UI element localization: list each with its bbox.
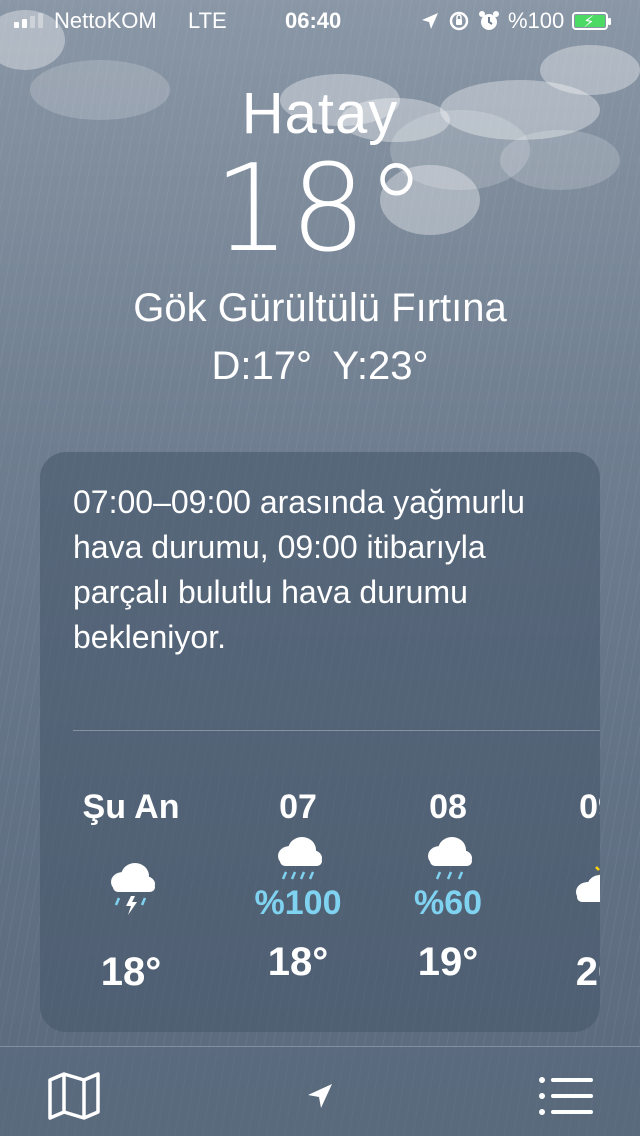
current-temperature: 18° [213, 140, 427, 279]
hour-item-09: 09 20 [523, 732, 600, 1032]
bottom-toolbar [0, 1046, 640, 1136]
hour-item-now: Şu An 18° [56, 732, 206, 1032]
precipitation-chance: %100 [254, 884, 342, 922]
location-arrow-icon [308, 1084, 332, 1108]
cellular-signal-icon [14, 12, 43, 28]
orientation-lock-icon [449, 11, 469, 31]
partly-cloudy-icon [576, 866, 600, 902]
thunderstorm-icon [111, 863, 155, 915]
city-name: Hatay [241, 81, 399, 146]
card-divider [73, 730, 600, 731]
high-low-temperature: D:17° Y:23° [211, 344, 429, 388]
hour-temperature: 19° [417, 940, 479, 984]
status-bar: NettoKOM LTE 06:40 %100 ⚡ [0, 0, 640, 40]
city-list-button[interactable] [536, 1069, 596, 1123]
weather-condition: Gök Gürültülü Fırtına [133, 286, 507, 330]
status-right-icons: %100 ⚡ [420, 8, 612, 34]
hour-temperature: 18° [267, 940, 329, 984]
hour-label: Şu An [82, 788, 180, 826]
status-time: 06:40 [285, 8, 342, 33]
network-type: LTE [188, 8, 227, 33]
current-location-button[interactable] [290, 1069, 350, 1123]
hour-label: 07 [279, 788, 317, 826]
hour-temperature: 18° [100, 950, 162, 994]
hour-item-08: 08 %60 19° [373, 732, 523, 1032]
hour-item-07: 07 %100 18° [223, 732, 373, 1032]
rain-cloud-icon [428, 837, 472, 880]
precipitation-chance: %60 [413, 884, 483, 922]
hour-label: 08 [429, 788, 467, 826]
map-icon [48, 1072, 100, 1120]
forecast-summary: 07:00–09:00 arasında yağmurlu hava durum… [73, 484, 525, 655]
charging-bolt-icon: ⚡ [583, 14, 595, 31]
battery-percentage: %100 [508, 8, 565, 33]
hour-label: 09 [579, 788, 600, 826]
alarm-icon [479, 11, 499, 30]
map-button[interactable] [44, 1069, 104, 1123]
battery-charging-icon: ⚡ [572, 12, 612, 31]
hourly-forecast-list[interactable]: Şu An 18° 07 %100 18° 08 %60 19° 0 2 [40, 732, 600, 1032]
hourly-forecast-card[interactable]: 07:00–09:00 arasında yağmurlu hava durum… [40, 452, 600, 1032]
rain-cloud-icon [278, 837, 322, 880]
list-icon [539, 1077, 593, 1115]
hour-temperature: 20 [575, 950, 600, 994]
carrier-name: NettoKOM [54, 8, 157, 33]
location-arrow-icon [422, 13, 438, 29]
